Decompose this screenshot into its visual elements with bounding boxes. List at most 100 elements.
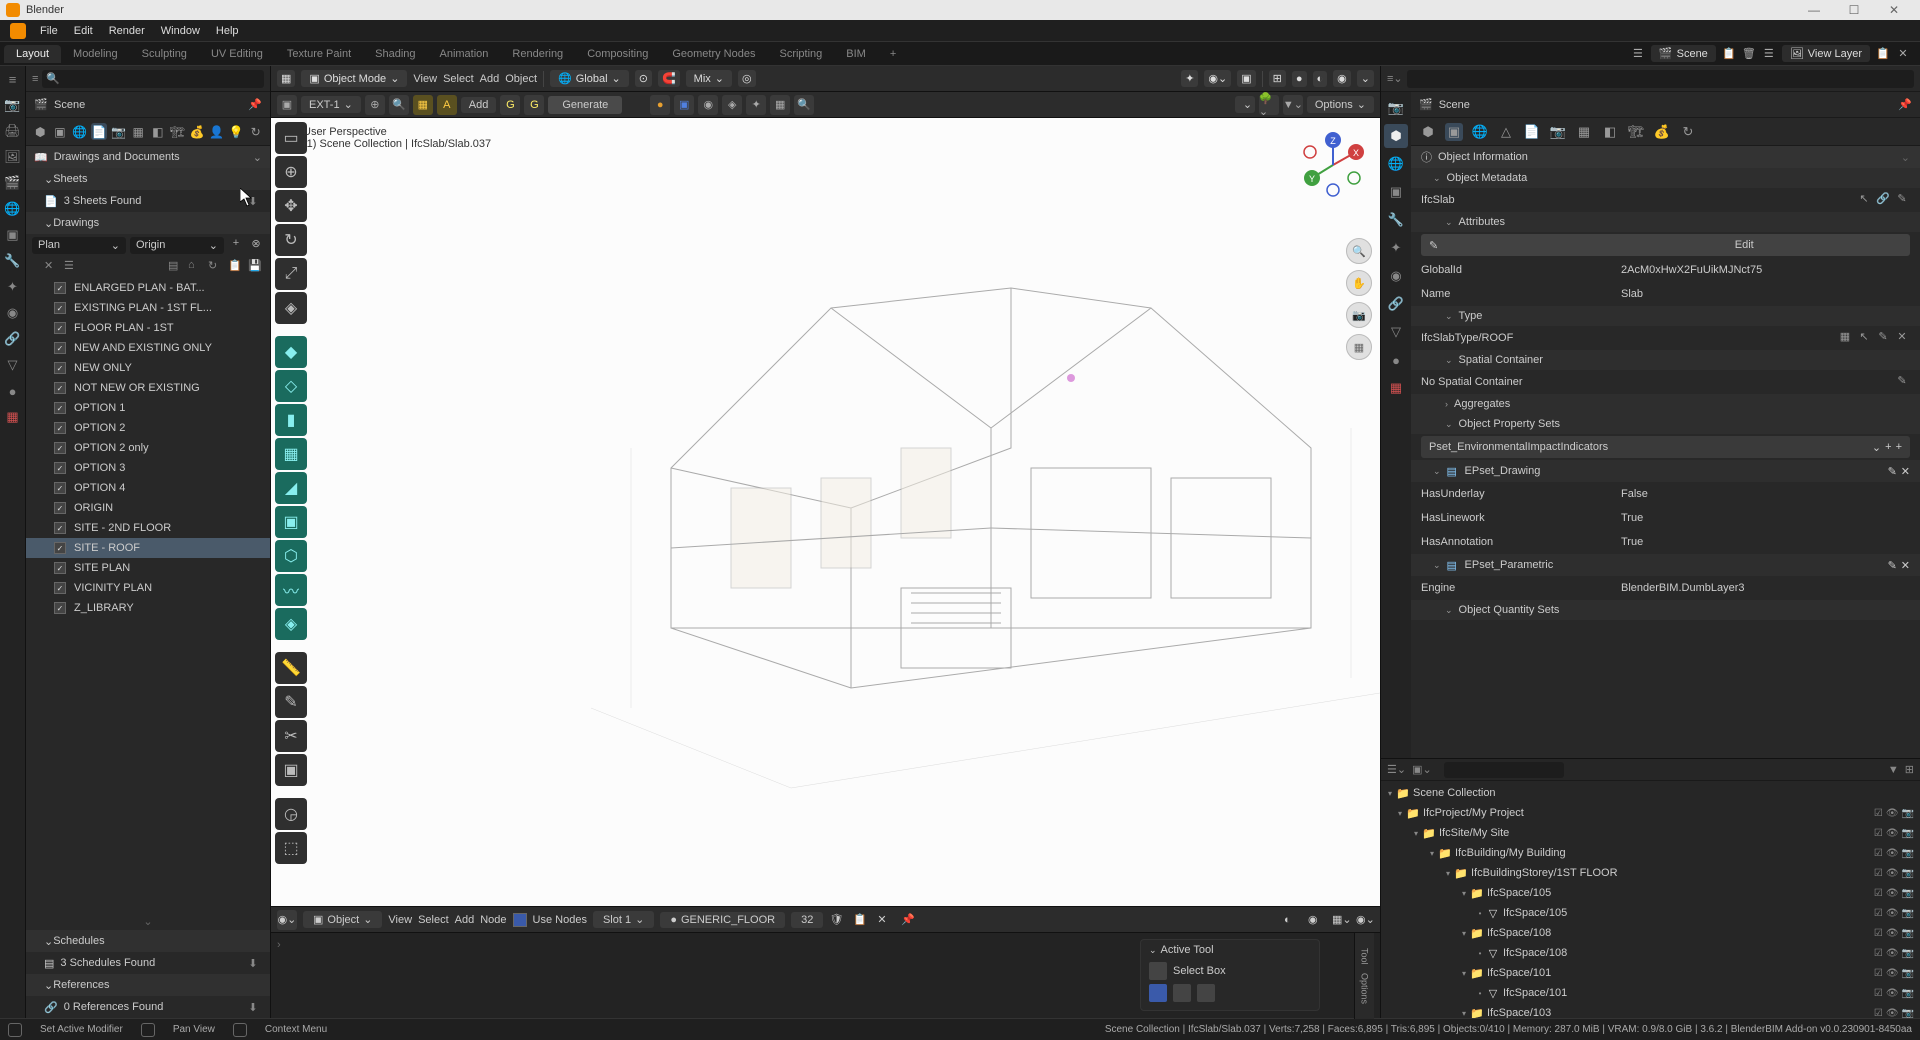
tab-constraint-icon[interactable]: 🔗 <box>1384 292 1408 316</box>
viewlayer-new-icon[interactable]: 📋 <box>1876 47 1890 61</box>
epset-drawing-header[interactable]: ⌄▤ EPset_Drawing ✎✕ <box>1411 460 1920 482</box>
tab-texture-icon[interactable]: ▦ <box>1384 376 1408 400</box>
drawing-item[interactable]: EXISTING PLAN - 1ST FL... <box>26 298 270 318</box>
funnel-icon[interactable]: ▼⌄ <box>1283 95 1303 115</box>
ball2-icon[interactable]: ▣ <box>674 95 694 115</box>
scene-breadcrumb-right[interactable]: 🎬 Scene 📌 <box>1411 92 1920 118</box>
tab-data-icon[interactable]: ▽ <box>1384 320 1408 344</box>
tab-particle-icon[interactable]: ✦ <box>1384 236 1408 260</box>
menu-file[interactable]: File <box>32 25 66 37</box>
scene-browse-icon[interactable]: ☰ <box>1631 47 1645 61</box>
world-icon[interactable]: 🌐 <box>71 123 88 140</box>
eye-icon[interactable]: 👁 <box>1886 808 1899 819</box>
grid-icon[interactable]: ▦ <box>1575 123 1593 141</box>
options-icon[interactable]: ≡⌄ <box>1387 72 1403 85</box>
exclude-icon[interactable]: ☑ <box>1874 948 1883 959</box>
render-icon[interactable]: 📷 <box>1902 828 1914 839</box>
struct-icon[interactable]: 🏗 <box>1627 123 1645 141</box>
proportional-icon[interactable]: ◎ <box>738 70 756 87</box>
download-icon[interactable]: ⬇ <box>244 1001 262 1014</box>
exclude-icon[interactable]: ☑ <box>1874 908 1883 919</box>
transform-tool[interactable]: ◈ <box>275 292 307 324</box>
project-icon[interactable]: ⬢ <box>32 123 49 140</box>
bim-tool-4[interactable]: ▦ <box>275 438 307 470</box>
minimize-button[interactable]: — <box>1794 3 1834 17</box>
checkbox-icon[interactable] <box>54 282 66 294</box>
list-icon[interactable]: ☰ <box>64 259 80 275</box>
tab-scripting[interactable]: Scripting <box>767 45 834 63</box>
refresh-icon[interactable]: ↻ <box>208 259 224 275</box>
render-icon[interactable]: 📷 <box>1902 808 1914 819</box>
spatial-header[interactable]: ⌄Spatial Container <box>1411 350 1920 370</box>
eye-icon[interactable]: 👁 <box>1886 828 1899 839</box>
drawing-item[interactable]: SITE - ROOF <box>26 538 270 558</box>
add-button[interactable]: + <box>228 237 244 253</box>
particles-icon[interactable]: ✦ <box>4 278 22 296</box>
filter-icon[interactable]: 🔍 <box>389 95 409 115</box>
edit-icon[interactable]: ✎ <box>1875 330 1891 346</box>
outliner-row[interactable]: •▽IfcSpace/108☑👁📷 <box>1381 943 1920 963</box>
tab-shading[interactable]: Shading <box>363 45 427 63</box>
home-icon[interactable]: ⌂ <box>188 259 204 275</box>
node-editor-body[interactable]: › ⌄Active Tool Select Box Tool Options <box>271 932 1380 1018</box>
unlink-icon[interactable]: ✕ <box>1894 330 1910 346</box>
drawing-origin-select[interactable]: Origin⌄ <box>130 237 224 254</box>
drawing-item[interactable]: FLOOR PLAN - 1ST <box>26 318 270 338</box>
node-select[interactable]: Select <box>418 914 449 926</box>
outliner-type-icon[interactable]: ☰⌄ <box>1387 763 1406 776</box>
exclude-icon[interactable]: ☑ <box>1874 808 1883 819</box>
drawing-item[interactable]: NEW ONLY <box>26 358 270 378</box>
slot-select[interactable]: Slot 1 ⌄ <box>593 911 654 928</box>
render-icon[interactable]: 📷 <box>1902 868 1914 879</box>
checkbox-icon[interactable] <box>54 382 66 394</box>
outliner-row[interactable]: ▾📁IfcBuildingStorey/1ST FLOOR☑👁📷 <box>1381 863 1920 883</box>
drawing-item[interactable]: OPTION 2 only <box>26 438 270 458</box>
tab-object-icon[interactable]: ▣ <box>1384 180 1408 204</box>
drawings-icon[interactable]: 📄 <box>91 123 108 140</box>
node-add[interactable]: Add <box>455 914 475 926</box>
tab-compositing[interactable]: Compositing <box>575 45 660 63</box>
world-icon[interactable]: 🌐 <box>1471 123 1489 141</box>
eye-icon[interactable]: 👁 <box>1886 908 1899 919</box>
tab-texture[interactable]: Texture Paint <box>275 45 363 63</box>
exclude-icon[interactable]: ☑ <box>1874 868 1883 879</box>
menu-select[interactable]: Select <box>443 73 474 85</box>
annotate-tool[interactable]: ✎ <box>275 686 307 718</box>
object-data-icon[interactable]: ▣ <box>52 123 69 140</box>
eye-icon[interactable]: 👁 <box>1886 848 1899 859</box>
drawings-header[interactable]: ⌄ Drawings <box>26 212 270 234</box>
outliner-row[interactable]: •▽IfcSpace/105☑👁📷 <box>1381 903 1920 923</box>
drawing-item[interactable]: SITE - 2ND FLOOR <box>26 518 270 538</box>
scene-breadcrumb[interactable]: 🎬 Scene 📌 <box>26 92 270 118</box>
node3-icon[interactable]: ▦⌄ <box>1332 913 1350 926</box>
drawing-icon[interactable]: 📄 <box>1523 123 1541 141</box>
bim-tool-9[interactable]: ◈ <box>275 608 307 640</box>
drawing-item[interactable]: VICINITY PLAN <box>26 578 270 598</box>
extra-tool[interactable]: ⬚ <box>275 832 307 864</box>
overlay-icon[interactable]: ◉⌄ <box>1204 70 1231 87</box>
checkbox-icon[interactable] <box>54 502 66 514</box>
edit-button[interactable]: ✎ Edit <box>1421 234 1910 256</box>
object-icon[interactable]: ▣ <box>4 226 22 244</box>
mesh-icon[interactable]: ▽ <box>4 356 22 374</box>
render-icon[interactable]: 📷 <box>1902 1008 1914 1019</box>
checkbox-icon[interactable] <box>54 582 66 594</box>
void-select[interactable]: ⌄ <box>1235 96 1255 113</box>
bim-tool-8[interactable]: 〰 <box>275 574 307 606</box>
viewlayer-selector[interactable]: 🖼View Layer <box>1782 45 1870 62</box>
tab-rendering[interactable]: Rendering <box>500 45 575 63</box>
schedules-header[interactable]: ⌄ Schedules <box>26 930 270 952</box>
bim-tool-5[interactable]: ◢ <box>275 472 307 504</box>
opsets-header[interactable]: ⌄Object Property Sets <box>1411 414 1920 434</box>
drawing-item[interactable]: NOT NEW OR EXISTING <box>26 378 270 398</box>
link-icon[interactable]: 🔗 <box>1875 192 1891 208</box>
add-icon[interactable]: + <box>1885 441 1891 454</box>
node-node[interactable]: Node <box>480 914 506 926</box>
target-icon[interactable]: ⊕ <box>365 95 385 115</box>
checkbox-icon[interactable] <box>54 362 66 374</box>
menu-object[interactable]: Object <box>505 73 537 85</box>
checkbox-icon[interactable] <box>54 442 66 454</box>
cost-icon[interactable]: 💰 <box>189 123 206 140</box>
menu-add[interactable]: Add <box>480 73 500 85</box>
outliner-row[interactable]: ▾📁IfcSpace/103☑👁📷 <box>1381 1003 1920 1018</box>
